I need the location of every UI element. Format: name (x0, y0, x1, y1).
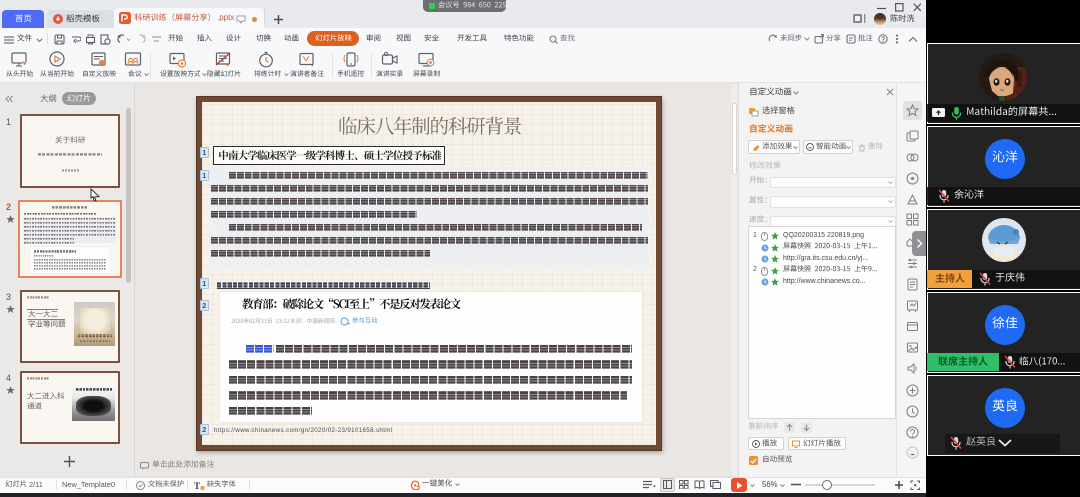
svg-text:T: T (194, 481, 200, 490)
